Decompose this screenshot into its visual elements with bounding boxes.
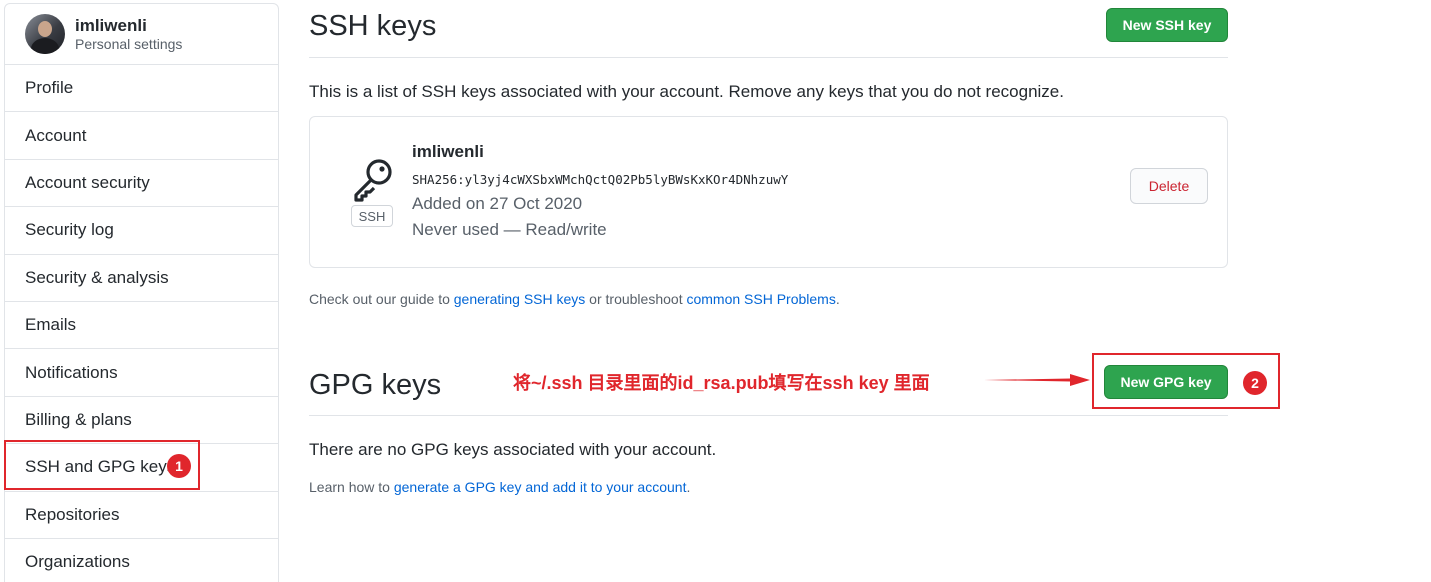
gpg-learn-prefix: Learn how to [309,479,394,495]
sidebar-item-account-security[interactable]: Account security [5,160,278,208]
avatar[interactable] [25,14,65,54]
user-subtitle: Personal settings [75,35,183,52]
common-ssh-problems-link[interactable]: common SSH Problems [686,291,835,307]
ssh-key-added-date: Added on 27 Oct 2020 [412,194,583,213]
ssh-key-fingerprint: SHA256:yl3yj4cWXSbxWMchQctQ02Pb5lyBWsKxK… [412,172,789,187]
delete-ssh-key-button[interactable]: Delete [1130,168,1208,204]
ssh-guide-suffix: . [835,291,840,307]
ssh-type-label: SSH [351,205,393,227]
gpg-empty-text: There are no GPG keys associated with yo… [309,440,717,459]
sidebar-item-billing[interactable]: Billing & plans [5,397,278,445]
user-name[interactable]: imliwenli [75,16,182,35]
gpg-keys-title: GPG keys [309,369,442,401]
key-icon [354,159,392,202]
settings-sidebar: imliwenli Personal settings Profile Acco… [4,3,279,582]
generating-ssh-keys-link[interactable]: generating SSH keys [454,291,586,307]
sidebar-user-header[interactable]: imliwenli Personal settings [5,4,278,65]
generate-gpg-key-link[interactable]: generate a GPG key and add it to your ac… [394,479,687,495]
sidebar-item-security-analysis[interactable]: Security & analysis [5,255,278,302]
ssh-section-header: SSH keys [309,0,1228,58]
gpg-learn-text: Learn how to generate a GPG key and add … [309,479,690,495]
sidebar-item-security-log[interactable]: Security log [5,207,278,255]
ssh-key-card: SSH imliwenli SHA256:yl3yj4cWXSbxWMchQct… [309,116,1228,268]
sidebar-item-notifications[interactable]: Notifications [5,349,278,397]
ssh-guide-prefix: Check out our guide to [309,291,454,307]
sidebar-item-profile[interactable]: Profile [5,65,278,113]
sidebar-item-account[interactable]: Account [5,112,278,160]
ssh-description: This is a list of SSH keys associated wi… [309,82,1064,101]
new-ssh-key-button[interactable]: New SSH key [1106,8,1228,42]
ssh-key-usage: Never used — Read/write [412,220,607,239]
annotation-badge-2: 2 [1243,371,1267,395]
sidebar-item-repositories[interactable]: Repositories [5,492,278,539]
ssh-guide-middle: or troubleshoot [585,291,687,307]
sidebar-item-emails[interactable]: Emails [5,302,278,350]
annotation-instruction: 将~/.ssh 目录里面的id_rsa.pub填写在ssh key 里面 [513,373,930,393]
ssh-guide-text: Check out our guide to generating SSH ke… [309,291,840,307]
gpg-learn-suffix: . [686,479,691,495]
annotation-arrow-icon [984,374,1090,386]
ssh-keys-title: SSH keys [309,10,437,42]
ssh-key-title: imliwenli [412,142,484,161]
annotation-badge-1: 1 [167,454,191,478]
sidebar-item-organizations[interactable]: Organizations [5,539,278,582]
new-gpg-key-button[interactable]: New GPG key [1104,365,1228,399]
